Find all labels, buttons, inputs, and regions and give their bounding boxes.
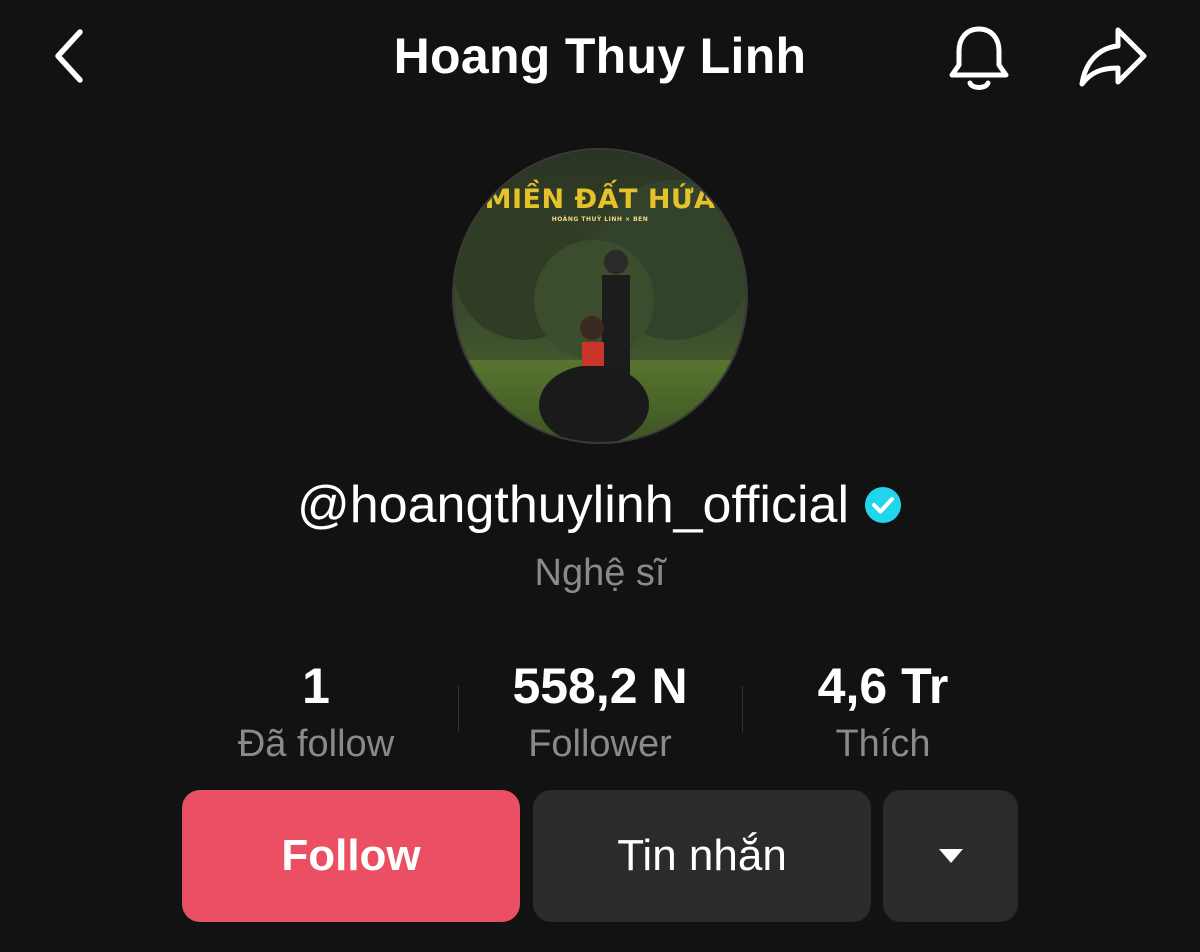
notification-bell-button[interactable] [940, 20, 1018, 96]
stat-following-value: 1 [302, 658, 330, 714]
page-title: Hoang Thuy Linh [393, 28, 807, 84]
stat-following-label: Đã follow [237, 723, 395, 765]
profile-avatar[interactable]: MIỀN ĐẤT HỨA HOÀNG THUỲ LINH × BEN [452, 148, 748, 444]
stat-likes-label: Thích [835, 723, 931, 765]
profile-category: Nghệ sĩ [534, 552, 666, 594]
follow-button[interactable]: Follow [182, 790, 520, 922]
bell-icon [949, 26, 1009, 90]
avatar-subtitle-text: HOÀNG THUỲ LINH × BEN [551, 216, 649, 223]
stat-likes-value: 4,6 Tr [817, 658, 949, 714]
share-button[interactable] [1070, 20, 1156, 96]
stat-followers-label: Follower [528, 723, 672, 765]
handle-row: @hoangthuylinh_official [0, 472, 1200, 538]
caret-down-icon [938, 849, 963, 863]
stat-followers[interactable]: 558,2 N Follower [450, 656, 750, 772]
verified-badge-icon [863, 485, 903, 525]
more-options-button[interactable] [883, 790, 1018, 922]
back-button[interactable] [40, 24, 100, 88]
chevron-left-icon [55, 29, 83, 83]
share-arrow-icon [1079, 27, 1147, 87]
message-button[interactable]: Tin nhắn [533, 790, 871, 922]
avatar-title-text: MIỀN ĐẤT HỨA [484, 184, 716, 215]
profile-handle: @hoangthuylinh_official [297, 476, 849, 534]
top-bar: Hoang Thuy Linh [0, 0, 1200, 115]
stat-following[interactable]: 1 Đã follow [166, 656, 466, 772]
stat-likes[interactable]: 4,6 Tr Thích [733, 656, 1033, 772]
stat-followers-value: 558,2 N [512, 658, 688, 714]
